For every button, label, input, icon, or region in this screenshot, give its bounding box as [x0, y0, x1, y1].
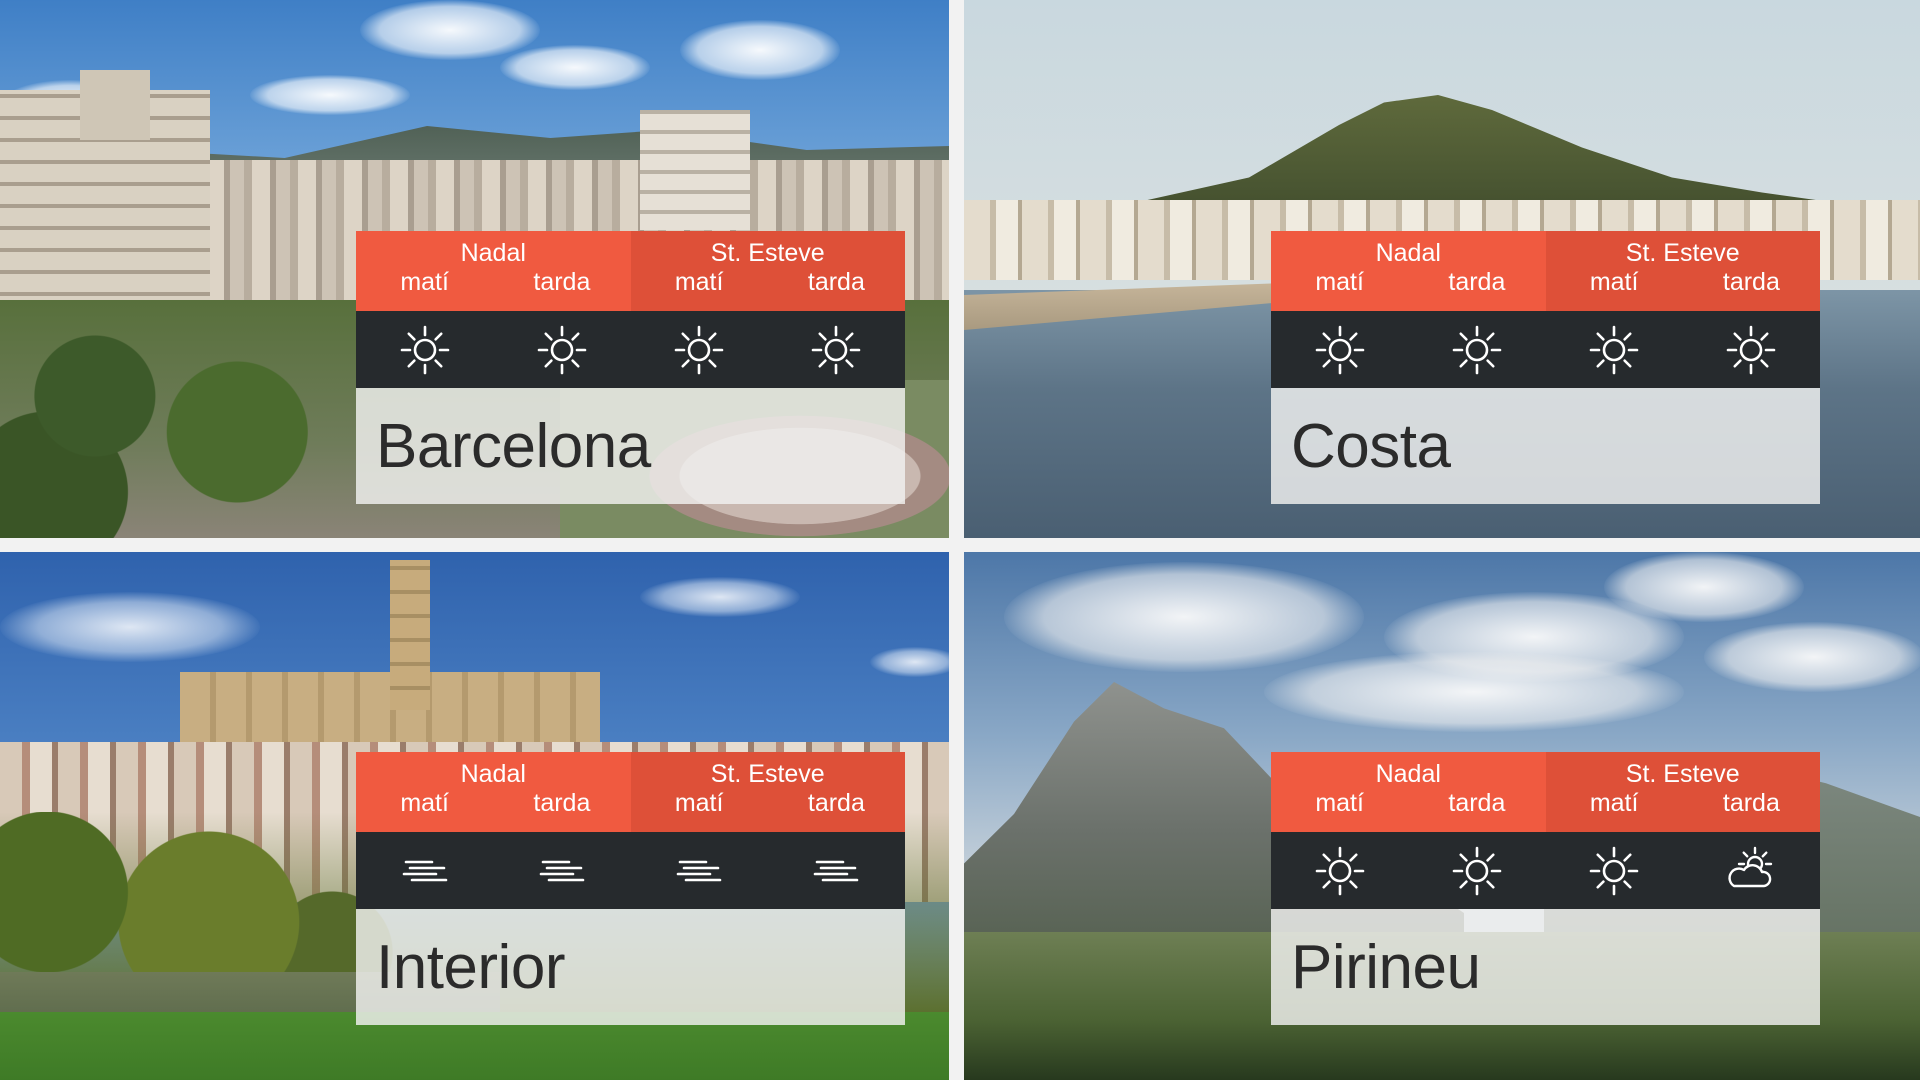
forecast-header: Nadal matí tarda St. Esteve matí tarda [1271, 231, 1820, 311]
day-column-st-esteve: St. Esteve matí tarda [1545, 231, 1820, 311]
day-column-nadal: Nadal matí tarda [1271, 231, 1546, 311]
weather-icon-bar [1271, 311, 1820, 388]
day-label: Nadal [460, 239, 526, 267]
sun-icon [631, 323, 768, 377]
day-label: St. Esteve [1625, 239, 1740, 267]
forecast-header: Nadal matí tarda St. Esteve matí tarda [1271, 752, 1820, 832]
panel-pirineu: Nadal matí tarda St. Esteve matí tarda Pir… [964, 552, 1920, 1080]
slot-label: tarda [1448, 268, 1506, 296]
slot-label: matí [1315, 268, 1364, 296]
sun-icon [1271, 844, 1408, 898]
region-name-panel: Costa [1271, 388, 1820, 504]
slot-label: tarda [1722, 789, 1780, 817]
day-label: Nadal [1375, 239, 1441, 267]
sun-icon [768, 323, 905, 377]
fog-icon [493, 844, 630, 898]
panel-interior: Nadal matí tarda St. Esteve matí tarda Int… [0, 552, 949, 1080]
region-name-panel: Barcelona [356, 388, 905, 504]
region-name-panel: Pirineu [1271, 909, 1820, 1025]
sun-icon [1408, 323, 1545, 377]
slot-label: matí [400, 268, 449, 296]
sun-icon [1271, 323, 1408, 377]
forecast-card-costa: Nadal matí tarda St. Esteve matí tarda Cos… [1271, 231, 1820, 504]
sun-icon [1408, 844, 1545, 898]
forecast-card-barcelona: Nadal matí tarda St. Esteve matí tarda Bar… [356, 231, 905, 504]
day-column-st-esteve: St. Esteve matí tarda [1545, 752, 1820, 832]
slot-label: matí [674, 268, 724, 296]
slot-label: tarda [1448, 789, 1506, 817]
sun-cloud-icon [1683, 844, 1820, 898]
slot-label: tarda [807, 268, 865, 296]
day-label: St. Esteve [710, 239, 825, 267]
slot-label: matí [674, 789, 724, 817]
weather-icon-bar [1271, 832, 1820, 909]
slot-label: tarda [807, 789, 865, 817]
day-label: St. Esteve [710, 760, 825, 788]
forecast-header: Nadal matí tarda St. Esteve matí tarda [356, 752, 905, 832]
slot-label: tarda [1722, 268, 1780, 296]
sun-icon [1546, 844, 1683, 898]
forecast-card-pirineu: Nadal matí tarda St. Esteve matí tarda Pir… [1271, 752, 1820, 1025]
region-name: Interior [376, 932, 565, 1002]
slot-label: matí [1589, 268, 1639, 296]
day-column-st-esteve: St. Esteve matí tarda [630, 752, 905, 832]
region-name-panel: Interior [356, 909, 905, 1025]
slot-label: matí [1589, 789, 1639, 817]
panel-costa: Nadal matí tarda St. Esteve matí tarda Cos… [964, 0, 1920, 538]
forecast-card-interior: Nadal matí tarda St. Esteve matí tarda Int… [356, 752, 905, 1025]
day-column-nadal: Nadal matí tarda [356, 752, 631, 832]
region-name: Barcelona [376, 411, 651, 481]
day-label: St. Esteve [1625, 760, 1740, 788]
sun-icon [1546, 323, 1683, 377]
fog-icon [631, 844, 768, 898]
sun-icon [493, 323, 630, 377]
day-column-nadal: Nadal matí tarda [356, 231, 631, 311]
panel-barcelona: Nadal matí tarda St. Esteve matí tarda Bar… [0, 0, 949, 538]
slot-label: matí [400, 789, 449, 817]
day-column-st-esteve: St. Esteve matí tarda [630, 231, 905, 311]
region-name: Costa [1291, 411, 1451, 481]
slot-label: tarda [533, 268, 591, 296]
day-column-nadal: Nadal matí tarda [1271, 752, 1546, 832]
day-label: Nadal [1375, 760, 1441, 788]
slot-label: tarda [533, 789, 591, 817]
region-name: Pirineu [1291, 932, 1481, 1002]
fog-icon [356, 844, 493, 898]
weather-icon-bar [356, 311, 905, 388]
fog-icon [768, 844, 905, 898]
sun-icon [1683, 323, 1820, 377]
slot-label: matí [1315, 789, 1364, 817]
day-label: Nadal [460, 760, 526, 788]
forecast-header: Nadal matí tarda St. Esteve matí tarda [356, 231, 905, 311]
weather-icon-bar [356, 832, 905, 909]
sun-icon [356, 323, 493, 377]
